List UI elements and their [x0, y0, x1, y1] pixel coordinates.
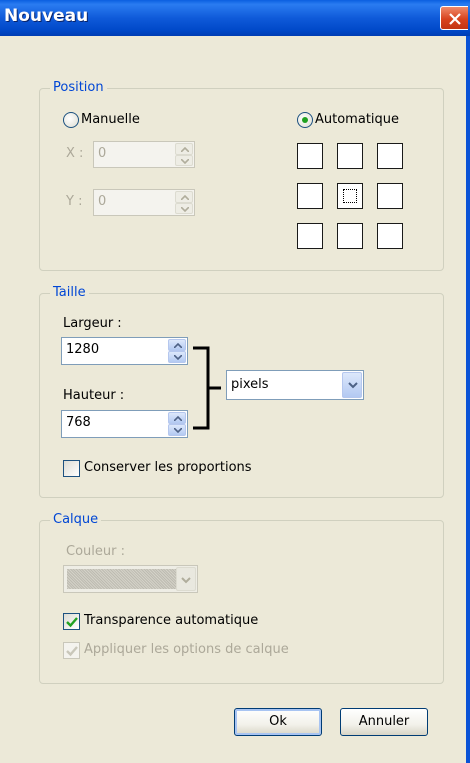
layer-legend: Calque [50, 512, 102, 527]
width-value: 1280 [66, 342, 100, 357]
height-value: 768 [66, 415, 91, 430]
radio-selected-dot [302, 117, 308, 123]
y-spinner[interactable]: 0 [93, 189, 195, 216]
y-decrement-button[interactable] [175, 202, 193, 214]
keep-ratio-checkbox[interactable] [63, 460, 80, 477]
height-decrement-button[interactable] [168, 424, 186, 436]
anchor-bottom-left[interactable] [297, 223, 323, 249]
auto-transparency-checkbox[interactable] [63, 613, 80, 630]
proportion-bracket [193, 346, 221, 430]
window-frame-right [466, 36, 470, 763]
anchor-bottom-center[interactable] [337, 223, 363, 249]
checkmark-icon [66, 646, 78, 657]
chevron-down-icon [174, 428, 182, 433]
x-increment-button[interactable] [175, 143, 193, 155]
cancel-button[interactable]: Annuler [340, 708, 428, 736]
unit-select[interactable]: pixels [226, 370, 364, 400]
ok-button[interactable]: Ok [234, 708, 322, 736]
height-label: Hauteur : [63, 388, 125, 403]
dialog-title: Nouveau [4, 6, 89, 26]
color-swatch [67, 569, 180, 589]
unit-dropdown-button[interactable] [342, 372, 362, 398]
anchor-top-center[interactable] [337, 143, 363, 169]
close-button[interactable] [440, 6, 468, 30]
keep-ratio-label: Conserver les proportions [84, 460, 252, 475]
y-value: 0 [98, 194, 107, 209]
automatic-radio[interactable] [297, 112, 313, 128]
title-bar: Nouveau [0, 0, 470, 36]
color-dropdown-button[interactable] [176, 567, 196, 591]
chevron-up-icon [174, 343, 182, 348]
anchor-top-left[interactable] [297, 143, 323, 169]
color-picker[interactable] [63, 565, 198, 593]
width-increment-button[interactable] [168, 339, 186, 351]
height-spinner[interactable]: 768 [61, 410, 188, 438]
y-label: Y : [66, 194, 83, 209]
color-label: Couleur : [66, 544, 125, 559]
y-increment-button[interactable] [175, 191, 193, 203]
unit-value: pixels [231, 377, 269, 392]
apply-layer-options-checkbox[interactable] [63, 642, 80, 659]
auto-transparency-label: Transparence automatique [84, 613, 259, 628]
manual-radio-label: Manuelle [81, 112, 140, 127]
x-decrement-button[interactable] [175, 154, 193, 166]
chevron-down-icon [174, 355, 182, 360]
chevron-down-icon [181, 577, 191, 584]
automatic-radio-label: Automatique [315, 112, 400, 127]
width-label: Largeur : [63, 316, 122, 331]
height-increment-button[interactable] [168, 412, 186, 424]
width-decrement-button[interactable] [168, 351, 186, 363]
anchor-top-right[interactable] [377, 143, 403, 169]
checkmark-icon [66, 617, 78, 628]
width-spinner[interactable]: 1280 [61, 337, 188, 365]
chevron-up-icon [174, 416, 182, 421]
chevron-down-icon [348, 382, 358, 389]
manual-radio[interactable] [63, 112, 79, 128]
anchor-middle-right[interactable] [377, 183, 403, 209]
anchor-center[interactable] [337, 183, 363, 209]
chevron-down-icon [181, 158, 189, 164]
size-legend: Taille [50, 285, 89, 300]
chevron-up-icon [181, 195, 189, 200]
chevron-down-icon [181, 206, 189, 212]
chevron-up-icon [181, 147, 189, 152]
dialog-window: Nouveau Position Manuelle Automatique X … [0, 0, 470, 763]
anchor-bottom-right[interactable] [377, 223, 403, 249]
anchor-middle-left[interactable] [297, 183, 323, 209]
x-label: X : [66, 146, 84, 161]
apply-layer-options-label: Appliquer les options de calque [84, 642, 289, 657]
x-spinner[interactable]: 0 [93, 141, 195, 168]
x-value: 0 [98, 146, 107, 161]
position-legend: Position [50, 80, 107, 95]
close-icon [449, 13, 461, 25]
